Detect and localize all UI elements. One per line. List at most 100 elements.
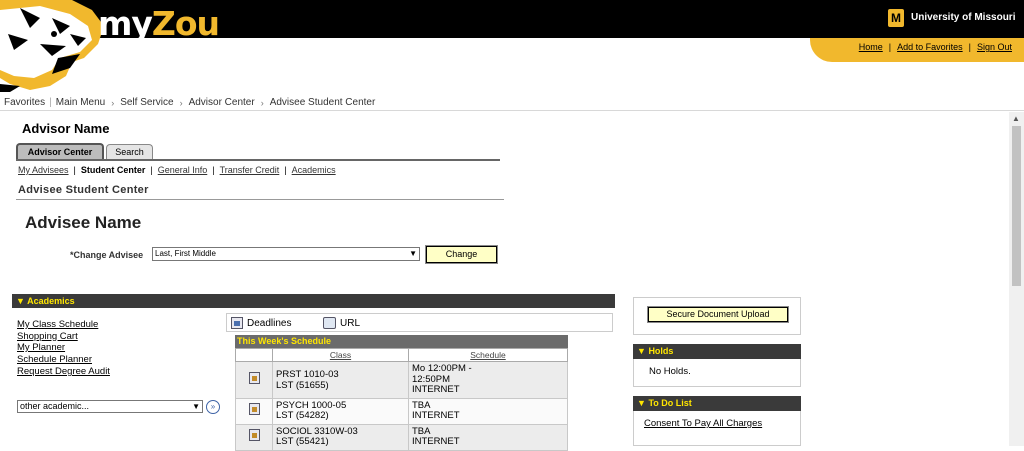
- my-advisees-link[interactable]: My Advisees: [18, 165, 69, 175]
- change-advisee-label: *Change Advisee: [70, 250, 144, 260]
- class-detail-icon[interactable]: [248, 403, 260, 416]
- tab-divider: [16, 159, 500, 161]
- advisor-subnav: My Advisees | Student Center | General I…: [18, 165, 336, 175]
- university-name: University of Missouri: [911, 12, 1016, 23]
- class-detail-icon[interactable]: [248, 429, 260, 442]
- chevron-down-icon: ▼: [192, 402, 200, 411]
- sign-out-link[interactable]: Sign Out: [977, 42, 1012, 52]
- other-academic-select[interactable]: other academic... ▼: [17, 400, 203, 413]
- chevron-right-icon: ›: [260, 97, 264, 108]
- section-divider: [16, 199, 504, 200]
- class-section: LST (54282): [276, 410, 329, 421]
- todo-panel: Consent To Pay All Charges: [633, 411, 801, 446]
- collapse-triangle-icon: ▼: [637, 398, 646, 408]
- breadcrumb-advisor-center[interactable]: Advisor Center: [185, 97, 259, 108]
- schedule-column-header[interactable]: Schedule: [408, 348, 568, 362]
- breadcrumb-advisee-student-center: Advisee Student Center: [269, 97, 376, 108]
- other-academic-value: other academic...: [20, 401, 90, 411]
- scroll-up-icon[interactable]: ▲: [1012, 114, 1020, 123]
- mu-logo-icon: M: [888, 9, 904, 27]
- holds-header[interactable]: ▼ Holds: [633, 344, 801, 359]
- holds-panel: No Holds.: [633, 359, 801, 387]
- class-cell: PSYCH 1000-05 LST (54282): [272, 397, 409, 425]
- header-links: Home | Add to Favorites | Sign Out: [859, 42, 1012, 52]
- shopping-cart-link[interactable]: Shopping Cart: [17, 331, 110, 343]
- tab-advisor-center[interactable]: Advisor Center: [16, 143, 104, 159]
- upload-panel: Secure Document Upload: [633, 297, 801, 335]
- secure-document-upload-button[interactable]: Secure Document Upload: [647, 306, 789, 323]
- general-info-link[interactable]: General Info: [158, 165, 208, 175]
- schedule-cell: TBA INTERNET: [408, 397, 568, 425]
- chevron-down-icon: ▼: [409, 249, 417, 258]
- add-to-favorites-link[interactable]: Add to Favorites: [897, 42, 963, 52]
- schedule-title: This Week's Schedule: [235, 335, 568, 348]
- academics-link[interactable]: Academics: [292, 165, 336, 175]
- academics-header-label: Academics: [27, 296, 75, 306]
- academics-links: My Class Schedule Shopping Cart My Plann…: [17, 319, 110, 378]
- chevron-right-icon: ›: [179, 97, 183, 108]
- url-label: URL: [340, 317, 361, 329]
- go-arrow-icon[interactable]: »: [206, 400, 220, 414]
- advisee-name: Advisee Name: [25, 213, 142, 232]
- url-icon: [323, 317, 336, 329]
- my-class-schedule-link[interactable]: My Class Schedule: [17, 319, 110, 331]
- calendar-icon: [231, 317, 243, 329]
- subnav-separator: |: [150, 165, 153, 175]
- consent-to-pay-link[interactable]: Consent To Pay All Charges: [644, 418, 762, 429]
- schedule-cell: TBA INTERNET: [408, 423, 568, 451]
- schedule-time: Mo 12:00PM -: [412, 363, 472, 374]
- schedule-location: INTERNET: [412, 410, 460, 421]
- class-detail-icon[interactable]: [248, 372, 260, 384]
- myzou-logo: myZou: [98, 4, 220, 43]
- section-title: Advisee Student Center: [18, 184, 149, 196]
- weekly-schedule: This Week's Schedule Class Schedule PRST…: [235, 335, 568, 451]
- holds-header-label: Holds: [648, 346, 674, 356]
- brand-suffix: Zou: [151, 4, 220, 43]
- brand-prefix: my: [98, 4, 153, 43]
- table-row: PRST 1010-03 LST (51655) Mo 12:00PM - 12…: [235, 361, 568, 399]
- breadcrumb-favorites[interactable]: Favorites: [0, 97, 49, 108]
- link-separator: |: [968, 42, 971, 52]
- subnav-separator: |: [284, 165, 287, 175]
- scrollbar-thumb[interactable]: [1012, 126, 1021, 286]
- class-cell: SOCIOL 3310W-03 LST (55421): [272, 423, 409, 451]
- table-row: PSYCH 1000-05 LST (54282) TBA INTERNET: [235, 397, 568, 425]
- holds-text: No Holds.: [649, 366, 691, 377]
- class-column-header[interactable]: Class: [272, 348, 409, 362]
- vertical-scrollbar[interactable]: ▲: [1009, 112, 1024, 446]
- transfer-credit-link[interactable]: Transfer Credit: [220, 165, 280, 175]
- chevron-right-icon: ›: [111, 97, 115, 108]
- academics-header[interactable]: ▼ Academics: [12, 294, 615, 308]
- schedule-location: INTERNET: [412, 384, 460, 395]
- breadcrumb-self-service[interactable]: Self Service: [116, 97, 177, 108]
- collapse-triangle-icon: ▼: [637, 346, 646, 356]
- link-separator: |: [888, 42, 892, 52]
- class-cell: PRST 1010-03 LST (51655): [272, 361, 409, 399]
- tab-search[interactable]: Search: [106, 144, 153, 160]
- todo-header-label: To Do List: [648, 398, 692, 408]
- collapse-triangle-icon: ▼: [16, 296, 25, 306]
- deadlines-bar: Deadlines URL: [226, 313, 613, 332]
- class-detail-cell: [235, 397, 273, 425]
- class-detail-cell: [235, 423, 273, 451]
- url-link[interactable]: URL: [323, 317, 360, 329]
- table-row: SOCIOL 3310W-03 LST (55421) TBA INTERNET: [235, 423, 568, 451]
- my-planner-link[interactable]: My Planner: [17, 342, 110, 354]
- advisee-select[interactable]: Last, First Middle ▼: [152, 247, 420, 261]
- breadcrumb-main-menu[interactable]: Main Menu: [52, 97, 109, 108]
- schedule-table: Class Schedule PRST 1010-03 LST (51655) …: [235, 348, 568, 451]
- icon-column-header: [235, 348, 273, 362]
- schedule-planner-link[interactable]: Schedule Planner: [17, 354, 110, 366]
- advisor-name: Advisor Name: [22, 121, 110, 136]
- subnav-separator: |: [73, 165, 76, 175]
- class-detail-cell: [235, 361, 273, 399]
- advisee-select-value: Last, First Middle: [155, 249, 216, 258]
- subnav-separator: |: [212, 165, 215, 175]
- class-section: LST (51655): [276, 379, 329, 391]
- deadlines-link[interactable]: Deadlines: [231, 317, 291, 329]
- todo-header[interactable]: ▼ To Do List: [633, 396, 801, 411]
- change-button[interactable]: Change: [425, 245, 498, 264]
- request-degree-audit-link[interactable]: Request Degree Audit: [17, 366, 110, 378]
- deadlines-label: Deadlines: [247, 317, 292, 329]
- home-link[interactable]: Home: [859, 42, 883, 52]
